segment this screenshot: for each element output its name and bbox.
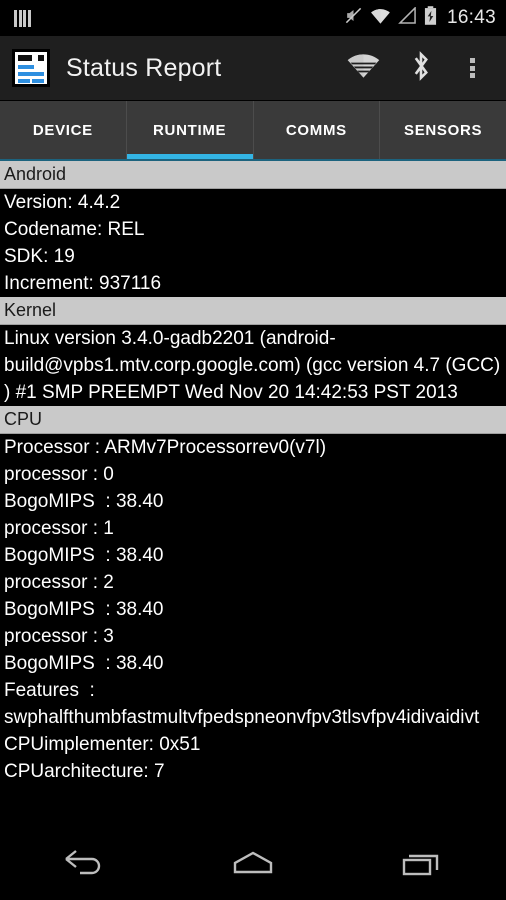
list-item: CPUarchitecture: 7 bbox=[4, 761, 165, 782]
section-header-android: Android bbox=[0, 161, 506, 189]
tab-label: DEVICE bbox=[32, 121, 93, 139]
tab-label: COMMS bbox=[285, 121, 347, 139]
cell-signal-icon bbox=[398, 6, 417, 29]
back-button[interactable] bbox=[0, 847, 169, 884]
recents-icon bbox=[398, 847, 446, 884]
tab-label: SENSORS bbox=[403, 121, 483, 139]
wifi-action-button[interactable] bbox=[334, 39, 392, 97]
back-icon bbox=[60, 847, 108, 884]
list-item: processor : 2 bbox=[4, 572, 114, 593]
page-title: Status Report bbox=[66, 53, 222, 82]
list-item: Features : swphalfthumbfastmultvfpedspne… bbox=[4, 680, 480, 728]
status-bar: 16:43 bbox=[0, 0, 506, 36]
report-list[interactable]: Android Version: 4.4.2 Codename: REL SDK… bbox=[0, 161, 506, 830]
wifi-icon bbox=[347, 53, 380, 84]
overflow-menu-button[interactable] bbox=[450, 39, 494, 97]
sim-bars-icon bbox=[8, 9, 31, 27]
tab-label: RUNTIME bbox=[153, 121, 227, 139]
tab-runtime[interactable]: RUNTIME bbox=[126, 101, 254, 159]
system-navigation-bar bbox=[0, 830, 506, 900]
list-item: SDK: 19 bbox=[4, 246, 75, 267]
list-item: Increment: 937116 bbox=[4, 273, 162, 294]
tab-bar-underline bbox=[0, 159, 506, 161]
list-item: BogoMIPS : 38.40 bbox=[4, 491, 164, 512]
tab-bar: DEVICE RUNTIME COMMS SENSORS bbox=[0, 101, 506, 159]
list-item: BogoMIPS : 38.40 bbox=[4, 599, 164, 620]
list-item: processor : 1 bbox=[4, 518, 114, 539]
android-screen: 16:43 Status Report DEVICE RUNTIME COMMS… bbox=[0, 0, 506, 900]
home-button[interactable] bbox=[169, 847, 338, 884]
list-item: processor : 0 bbox=[4, 464, 114, 485]
list-item: processor : 3 bbox=[4, 626, 114, 647]
section-header-cpu: CPU bbox=[0, 406, 506, 434]
overflow-menu-icon bbox=[469, 56, 475, 81]
status-bar-clock: 16:43 bbox=[446, 7, 496, 28]
list-item: Codename: REL bbox=[4, 219, 145, 240]
wifi-icon bbox=[370, 7, 391, 29]
section-header-kernel: Kernel bbox=[0, 297, 506, 325]
tab-sensors[interactable]: SENSORS bbox=[380, 101, 506, 159]
action-bar-actions bbox=[334, 39, 494, 97]
status-report-app-icon bbox=[12, 49, 50, 87]
battery-charging-icon bbox=[424, 6, 437, 30]
recents-button[interactable] bbox=[337, 847, 506, 884]
list-item: BogoMIPS : 38.40 bbox=[4, 545, 164, 566]
action-bar: Status Report bbox=[0, 36, 506, 101]
home-icon bbox=[227, 847, 279, 884]
list-item: Linux version 3.4.0-gadb2201 (android-bu… bbox=[4, 328, 506, 403]
volume-muted-icon bbox=[344, 6, 363, 30]
status-bar-left bbox=[8, 9, 31, 27]
status-bar-right: 16:43 bbox=[344, 6, 498, 30]
list-item: CPUimplementer: 0x51 bbox=[4, 734, 201, 755]
bluetooth-icon bbox=[408, 49, 434, 88]
tab-device[interactable]: DEVICE bbox=[0, 101, 127, 159]
list-item: Processor : ARMv7Processorrev0(v7l) bbox=[4, 437, 327, 458]
tab-comms[interactable]: COMMS bbox=[253, 101, 381, 159]
list-item: BogoMIPS : 38.40 bbox=[4, 653, 164, 674]
bluetooth-action-button[interactable] bbox=[392, 39, 450, 97]
list-item: Version: 4.4.2 bbox=[4, 192, 121, 213]
